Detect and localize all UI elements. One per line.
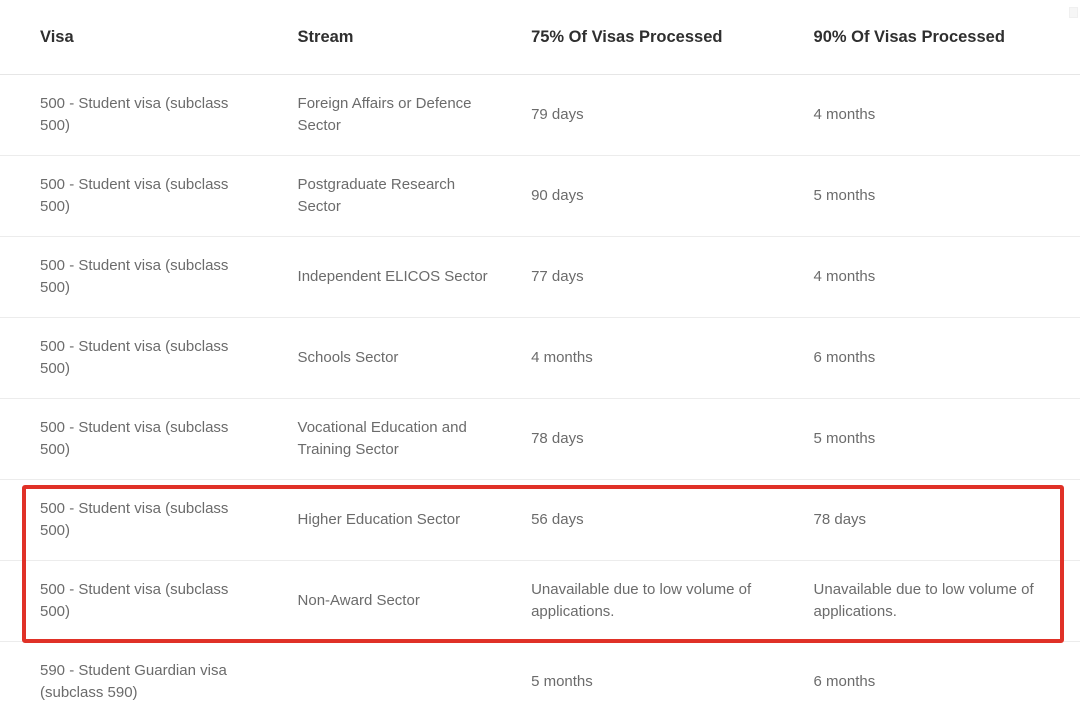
- cell-stream: Schools Sector: [257, 317, 516, 399]
- cell-90-percent: 4 months: [797, 236, 1080, 318]
- table-row: 500 - Student visa (subclass 500) Schools…: [0, 317, 1080, 399]
- cell-visa: 590 - Student Guardian visa (subclass 59…: [0, 641, 258, 722]
- cell-stream: Higher Education Sector: [257, 479, 516, 561]
- cell-75-percent: 4 months: [515, 317, 798, 399]
- cell-visa: 500 - Student visa (subclass 500): [0, 236, 258, 318]
- cell-75-percent: 78 days: [515, 398, 798, 480]
- column-header-visa[interactable]: Visa: [0, 0, 258, 75]
- cell-stream: Foreign Affairs or Defence Sector: [257, 74, 516, 156]
- cell-visa: 500 - Student visa (subclass 500): [0, 560, 258, 642]
- cell-stream: Postgraduate Research Sector: [257, 155, 516, 237]
- table-row: 500 - Student visa (subclass 500) Higher …: [0, 479, 1080, 561]
- cell-75-percent: 5 months: [515, 641, 798, 722]
- cell-stream: Vocational Education and Training Sector: [257, 398, 516, 480]
- visa-processing-times-table: Visa Stream 75% Of Visas Processed 90% O…: [0, 0, 1080, 722]
- table-row: 500 - Student visa (subclass 500) Postgra…: [0, 155, 1080, 237]
- table-row: 590 - Student Guardian visa (subclass 59…: [0, 641, 1080, 722]
- table-row: 500 - Student visa (subclass 500) Indepen…: [0, 236, 1080, 318]
- cell-90-percent: 5 months: [797, 155, 1080, 237]
- cell-75-percent: Unavailable due to low volume of applica…: [515, 560, 798, 642]
- cell-90-percent: 4 months: [797, 74, 1080, 156]
- cell-90-percent: 6 months: [797, 641, 1080, 722]
- cell-stream: Non-Award Sector: [257, 560, 516, 642]
- table-row: 500 - Student visa (subclass 500) Vocatio…: [0, 398, 1080, 480]
- cell-90-percent: 78 days: [797, 479, 1080, 561]
- cell-75-percent: 56 days: [515, 479, 798, 561]
- table-row: 500 - Student visa (subclass 500) Non-Awa…: [0, 560, 1080, 642]
- page-root: Visa Stream 75% Of Visas Processed 90% O…: [0, 0, 1080, 722]
- column-header-90-percent[interactable]: 90% Of Visas Processed: [797, 0, 1080, 75]
- cell-90-percent: 6 months: [797, 317, 1080, 399]
- cell-visa: 500 - Student visa (subclass 500): [0, 317, 258, 399]
- cell-visa: 500 - Student visa (subclass 500): [0, 479, 258, 561]
- table-row: 500 - Student visa (subclass 500) Foreign…: [0, 74, 1080, 156]
- cell-75-percent: 90 days: [515, 155, 798, 237]
- column-header-75-percent[interactable]: 75% Of Visas Processed: [515, 0, 798, 75]
- cell-visa: 500 - Student visa (subclass 500): [0, 155, 258, 237]
- capture-artifact: [1069, 7, 1078, 18]
- table-header: Visa Stream 75% Of Visas Processed 90% O…: [0, 0, 1080, 75]
- cell-visa: 500 - Student visa (subclass 500): [0, 398, 258, 480]
- cell-75-percent: 79 days: [515, 74, 798, 156]
- cell-visa: 500 - Student visa (subclass 500): [0, 74, 258, 156]
- column-header-stream[interactable]: Stream: [257, 0, 516, 75]
- cell-90-percent: Unavailable due to low volume of applica…: [797, 560, 1080, 642]
- table-body: 500 - Student visa (subclass 500) Foreign…: [0, 74, 1080, 722]
- cell-90-percent: 5 months: [797, 398, 1080, 480]
- cell-stream: Independent ELICOS Sector: [257, 236, 516, 318]
- table-header-row: Visa Stream 75% Of Visas Processed 90% O…: [0, 0, 1080, 75]
- cell-stream: [257, 641, 516, 722]
- cell-75-percent: 77 days: [515, 236, 798, 318]
